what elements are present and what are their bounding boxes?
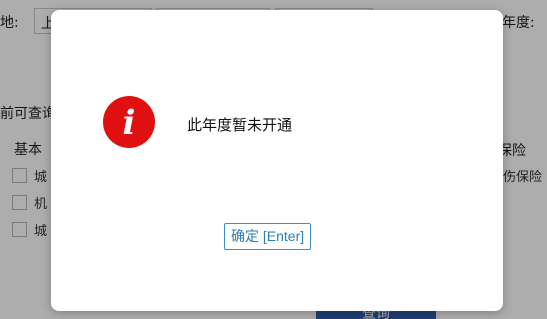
info-icon: i [103, 96, 155, 148]
dialog-message: 此年度暂未开通 [187, 116, 293, 134]
alert-dialog: i 此年度暂未开通 确定 [Enter] [51, 10, 503, 311]
confirm-button[interactable]: 确定 [Enter] [224, 223, 312, 250]
page: 地: 上 年度: 前可查询 基本 保险 城 机 城 伤保险 查询 i 此年度暂未… [0, 0, 547, 319]
